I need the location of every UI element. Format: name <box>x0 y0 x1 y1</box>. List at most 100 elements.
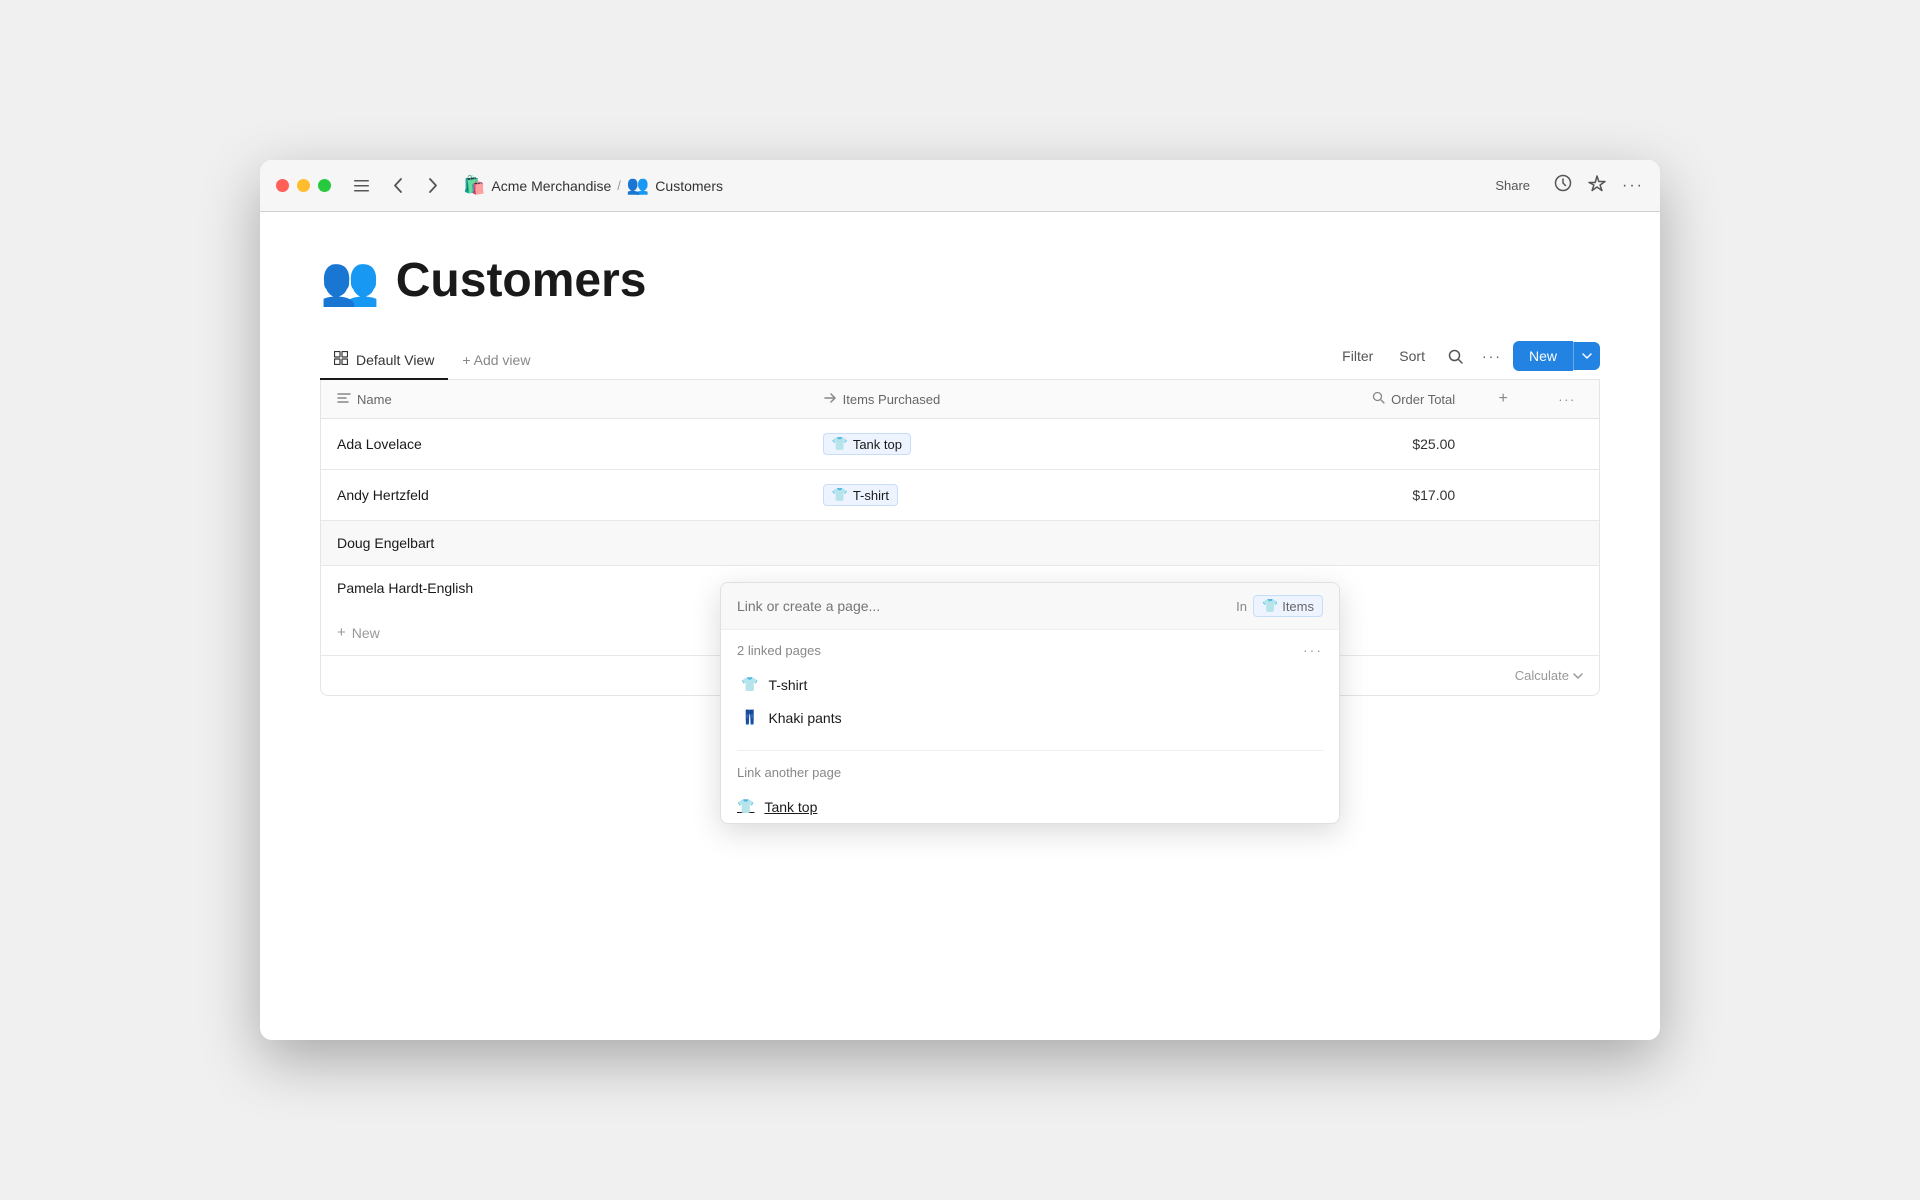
row2-items[interactable]: 👕 T-shirt <box>807 470 1216 521</box>
breadcrumb: 🛍️ Acme Merchandise / 👥 Customers <box>463 175 1487 196</box>
traffic-lights <box>276 179 331 192</box>
more-options-icon[interactable]: ··· <box>1622 177 1644 195</box>
breadcrumb-app-name[interactable]: Acme Merchandise <box>491 178 611 194</box>
share-button[interactable]: Share <box>1487 174 1538 197</box>
row2-add-col <box>1471 470 1535 521</box>
main-content: 👥 Customers Default View + Add view Filt… <box>260 212 1660 1040</box>
row2-name[interactable]: Andy Hertzfeld <box>321 470 807 521</box>
in-label: In <box>1236 599 1247 614</box>
sidebar-toggle-button[interactable] <box>347 172 375 200</box>
calculate-chevron-icon <box>1573 668 1583 683</box>
default-view-tab[interactable]: Default View <box>320 341 448 380</box>
tshirt-label: T-shirt <box>853 488 889 503</box>
row3-more-col <box>1535 521 1599 566</box>
breadcrumb-page-icon: 👥 <box>627 175 649 196</box>
items-badge-icon: 👕 <box>1262 598 1278 614</box>
tanktop-link-label: Tank top <box>764 799 817 815</box>
table-header-row: Name Items Purchased <box>321 380 1599 419</box>
total-search-icon <box>1372 391 1385 407</box>
close-button[interactable] <box>276 179 289 192</box>
tshirt-linked-icon: 👕 <box>741 676 758 693</box>
row1-total: $25.00 <box>1216 419 1472 470</box>
calculate-label: Calculate <box>1515 668 1569 683</box>
text-field-icon <box>337 392 351 407</box>
tshirt-icon: 👕 <box>832 487 848 503</box>
items-column-header: Items Purchased <box>807 380 1216 419</box>
link-search-input[interactable] <box>737 598 1236 614</box>
add-row-label: New <box>352 625 380 641</box>
name-column-label: Name <box>357 392 392 407</box>
search-button[interactable] <box>1441 341 1471 371</box>
row3-total <box>1216 521 1472 566</box>
view-tab-label: Default View <box>356 352 434 368</box>
table-row: Doug Engelbart <box>321 521 1599 566</box>
nav-controls <box>347 172 447 200</box>
sort-button[interactable]: Sort <box>1389 343 1435 369</box>
dropdown-divider <box>737 750 1323 751</box>
row3-add-col <box>1471 521 1535 566</box>
linked-pages-count: 2 linked pages <box>737 643 821 658</box>
row2-total: $17.00 <box>1216 470 1472 521</box>
link-another-tanktop[interactable]: 👕 Tank top <box>721 790 1339 823</box>
more-options-button[interactable]: ··· <box>1477 341 1507 371</box>
maximize-button[interactable] <box>318 179 331 192</box>
new-record-dropdown-button[interactable] <box>1573 342 1600 370</box>
name-column-header: Name <box>321 380 807 419</box>
grid-icon <box>334 351 348 368</box>
filter-button[interactable]: Filter <box>1332 343 1383 369</box>
history-icon[interactable] <box>1554 174 1572 197</box>
row3-name[interactable]: Doug Engelbart <box>321 521 807 566</box>
row1-add-col <box>1471 419 1535 470</box>
tanktop-label-1: Tank top <box>853 437 902 452</box>
minimize-button[interactable] <box>297 179 310 192</box>
linked-page-tshirt[interactable]: 👕 T-shirt <box>737 668 1323 701</box>
new-button-group: New <box>1513 341 1600 371</box>
items-badge-label: Items <box>1282 599 1314 614</box>
table-row: Ada Lovelace 👕 Tank top $25.00 <box>321 419 1599 470</box>
relation-dropdown: In 👕 Items 2 linked pages ··· 👕 T-shirt <box>720 582 1340 824</box>
new-record-button[interactable]: New <box>1513 341 1573 371</box>
add-view-button[interactable]: + Add view <box>448 342 544 380</box>
linked-pages-section: 2 linked pages ··· 👕 T-shirt 👖 Khaki pan… <box>721 630 1339 746</box>
item-tag-tanktop-1[interactable]: 👕 Tank top <box>823 433 911 455</box>
titlebar-right-actions: Share ··· <box>1487 174 1644 197</box>
total-column-label: Order Total <box>1391 392 1455 407</box>
khaki-label: Khaki pants <box>768 710 841 726</box>
link-another-label: Link another page <box>721 755 1339 790</box>
items-badge[interactable]: 👕 Items <box>1253 595 1323 617</box>
tanktop-link-icon: 👕 <box>737 798 754 815</box>
page-title: Customers <box>396 253 647 308</box>
row4-add-col <box>1471 566 1535 611</box>
row1-items[interactable]: 👕 Tank top <box>807 419 1216 470</box>
breadcrumb-page-name[interactable]: Customers <box>655 178 723 194</box>
titlebar: 🛍️ Acme Merchandise / 👥 Customers Share … <box>260 160 1660 212</box>
linked-pages-header: 2 linked pages ··· <box>737 642 1323 658</box>
tanktop-icon-1: 👕 <box>832 436 848 452</box>
breadcrumb-separator: / <box>617 178 621 193</box>
dropdown-search-row: In 👕 Items <box>721 583 1339 630</box>
total-column-header: Order Total <box>1216 380 1472 419</box>
row2-more-col <box>1535 470 1599 521</box>
add-row-icon: + <box>337 624 346 641</box>
row1-more-col <box>1535 419 1599 470</box>
row4-more-col <box>1535 566 1599 611</box>
khaki-icon: 👖 <box>741 709 758 726</box>
column-options-button[interactable]: ··· <box>1535 380 1599 419</box>
add-column-button[interactable]: + <box>1471 380 1535 419</box>
star-icon[interactable] <box>1588 174 1606 197</box>
app-icon: 🛍️ <box>463 175 485 196</box>
app-window: 🛍️ Acme Merchandise / 👥 Customers Share … <box>260 160 1660 1040</box>
item-tag-tshirt[interactable]: 👕 T-shirt <box>823 484 898 506</box>
tshirt-linked-label: T-shirt <box>768 677 807 693</box>
view-toolbar: Default View + Add view Filter Sort ··· … <box>320 341 1600 380</box>
linked-page-khaki[interactable]: 👖 Khaki pants <box>737 701 1323 734</box>
items-column-label: Items Purchased <box>843 392 941 407</box>
page-icon: 👥 <box>320 252 380 309</box>
back-button[interactable] <box>383 172 411 200</box>
row1-name[interactable]: Ada Lovelace <box>321 419 807 470</box>
row3-items[interactable] <box>807 521 1216 566</box>
linked-pages-more-button[interactable]: ··· <box>1303 642 1323 658</box>
forward-button[interactable] <box>419 172 447 200</box>
dropdown-in-badge: In 👕 Items <box>1236 595 1323 617</box>
toolbar-actions: Filter Sort ··· New <box>1332 341 1600 379</box>
